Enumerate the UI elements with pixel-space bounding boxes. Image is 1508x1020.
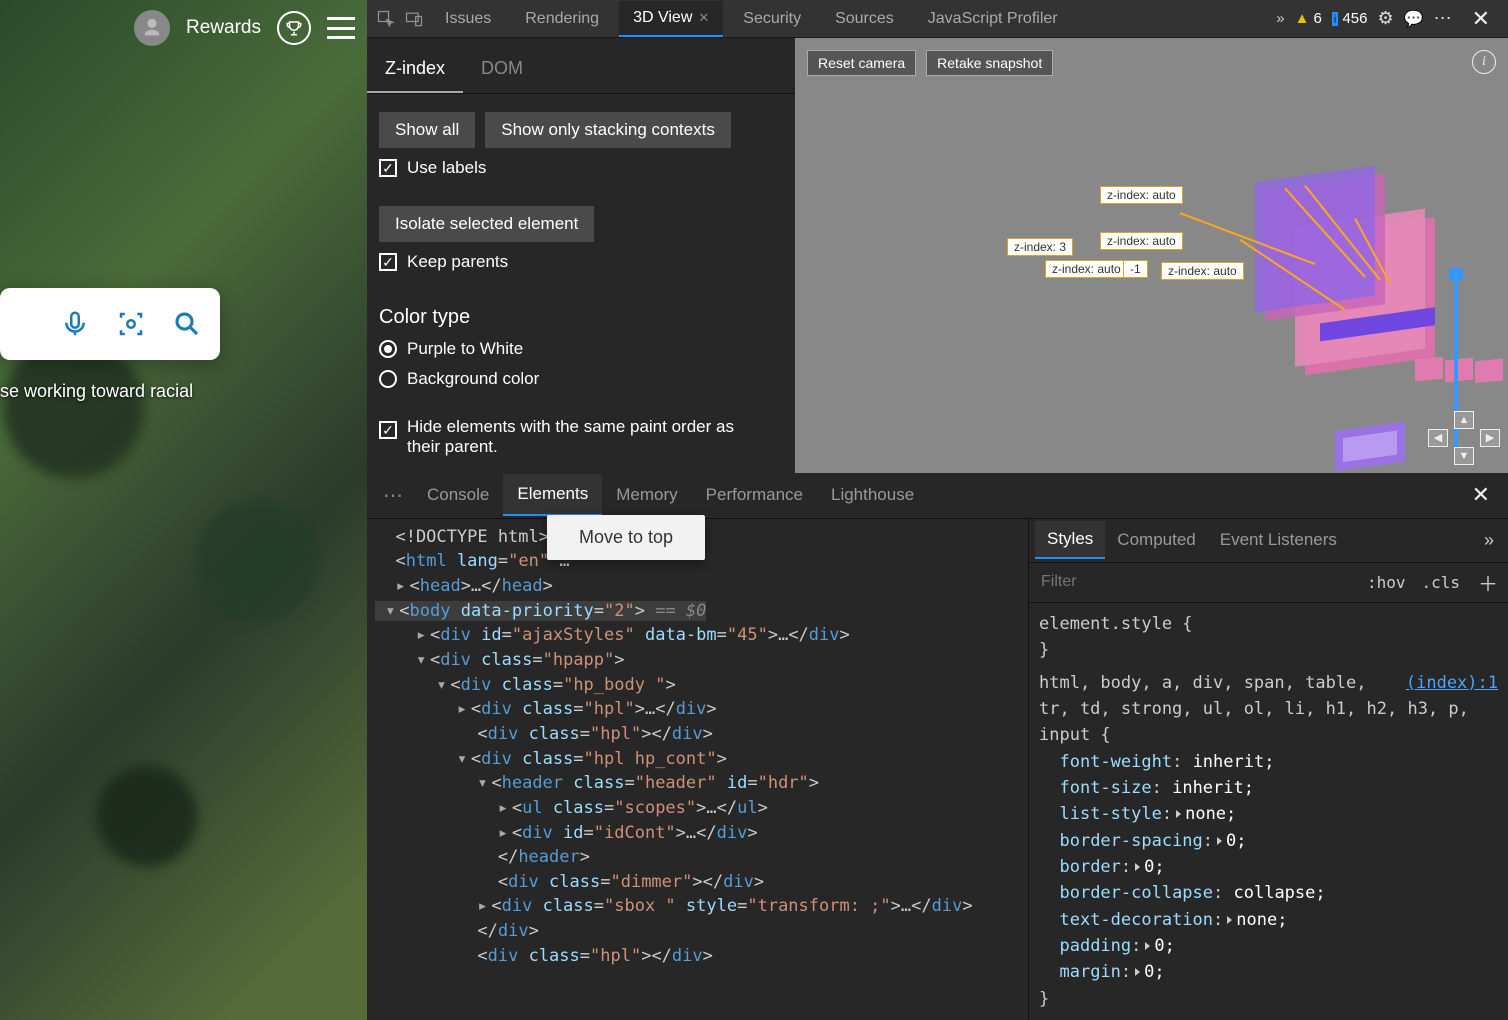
info-icon[interactable]: i (1472, 50, 1496, 74)
tab-elements[interactable]: Elements (503, 474, 602, 516)
pan-left-button[interactable]: ◀ (1428, 429, 1448, 447)
search-box[interactable] (0, 288, 220, 360)
devtools-top-tabs: Issues Rendering 3D View✕ Security Sourc… (367, 0, 1508, 38)
zlabel: z-index: 3 (1007, 238, 1073, 256)
styles-sidebar: Styles Computed Event Listeners » :hov .… (1028, 519, 1508, 1020)
tab-performance[interactable]: Performance (692, 475, 817, 515)
zindex-panel: Z-index DOM Show all Show only stacking … (367, 38, 795, 473)
tab-issues[interactable]: Issues (431, 2, 505, 36)
hamburger-menu-icon[interactable] (327, 17, 355, 39)
hov-toggle[interactable]: :hov (1359, 573, 1414, 592)
more-styles-tabs-icon[interactable]: » (1476, 530, 1502, 551)
headline-caption: se working toward racial (0, 381, 193, 402)
inspect-element-icon[interactable] (375, 8, 397, 30)
ztab-zindex[interactable]: Z-index (367, 46, 463, 93)
styles-rules[interactable]: element.style { } html, body, a, div, sp… (1029, 603, 1508, 1020)
use-labels-checkbox[interactable]: Use labels (379, 158, 783, 178)
pan-down-button[interactable]: ▼ (1454, 447, 1474, 465)
stab-computed[interactable]: Computed (1105, 522, 1207, 558)
zlabel: z-index: auto (1045, 260, 1128, 278)
drawer-panel: ⋯ Console Elements Memory Performance Li… (367, 473, 1508, 1020)
show-only-stacking-button[interactable]: Show only stacking contexts (485, 112, 731, 148)
radio-bgcolor[interactable]: Background color (379, 369, 783, 389)
tab-js-profiler[interactable]: JavaScript Profiler (914, 2, 1072, 36)
zlabel: z-index: auto (1100, 232, 1183, 250)
drawer-menu-icon[interactable]: ⋯ (375, 483, 413, 508)
retake-snapshot-button[interactable]: Retake snapshot (926, 50, 1053, 76)
rewards-label[interactable]: Rewards (186, 17, 261, 39)
keep-parents-checkbox[interactable]: Keep parents (379, 252, 783, 272)
hide-same-checkbox[interactable]: Hide elements with the same paint order … (379, 417, 783, 457)
move-to-top-tooltip[interactable]: Move to top (547, 515, 705, 560)
close-icon[interactable]: ✕ (698, 10, 709, 25)
pan-up-button[interactable]: ▲ (1454, 411, 1474, 429)
info-badge[interactable]: i456 (1332, 10, 1368, 27)
tab-rendering[interactable]: Rendering (511, 2, 613, 36)
lens-icon[interactable] (116, 309, 146, 339)
styles-filter-input[interactable] (1029, 573, 1359, 591)
radio-purple-white[interactable]: Purple to White (379, 339, 783, 359)
new-style-rule-button[interactable]: ＋ (1468, 568, 1508, 597)
device-toggle-icon[interactable] (403, 8, 425, 30)
source-link[interactable]: (index):1 (1406, 670, 1498, 696)
3d-viewport[interactable]: Reset camera Retake snapshot i (795, 38, 1508, 473)
warnings-badge[interactable]: ▲6 (1295, 10, 1322, 27)
trophy-icon[interactable] (277, 11, 311, 45)
kebab-menu-icon[interactable]: ⋯ (1434, 8, 1452, 29)
zlabel: z-index: auto (1161, 262, 1244, 280)
pan-right-button[interactable]: ▶ (1480, 429, 1500, 447)
zlabel: z-index: auto (1100, 186, 1183, 204)
show-all-button[interactable]: Show all (379, 112, 475, 148)
gear-icon[interactable]: ⚙ (1378, 8, 1394, 29)
search-icon[interactable] (172, 309, 202, 339)
close-drawer-icon[interactable]: ✕ (1462, 482, 1500, 508)
tab-lighthouse[interactable]: Lighthouse (817, 475, 928, 515)
ztab-dom[interactable]: DOM (463, 46, 541, 93)
close-devtools-icon[interactable]: ✕ (1462, 6, 1500, 32)
devtools: Issues Rendering 3D View✕ Security Sourc… (367, 0, 1508, 1020)
feedback-icon[interactable]: 💬 (1404, 9, 1424, 29)
dom-tree[interactable]: <!DOCTYPE html> <html lang="en" … ▸<head… (367, 519, 1028, 1020)
color-type-heading: Color type (379, 306, 783, 329)
pan-controls: ▲ ▼ ◀ ▶ (1428, 411, 1500, 465)
tab-console[interactable]: Console (413, 475, 503, 515)
stab-styles[interactable]: Styles (1035, 521, 1105, 559)
reset-camera-button[interactable]: Reset camera (807, 50, 916, 76)
more-tabs-icon[interactable]: » (1276, 10, 1284, 27)
tab-3d-view[interactable]: 3D View✕ (619, 1, 723, 37)
stab-events[interactable]: Event Listeners (1208, 522, 1349, 558)
tab-memory[interactable]: Memory (602, 475, 691, 515)
microphone-icon[interactable] (60, 309, 90, 339)
isolate-button[interactable]: Isolate selected element (379, 206, 594, 242)
tab-security[interactable]: Security (729, 2, 815, 36)
tab-sources[interactable]: Sources (821, 2, 908, 36)
cls-toggle[interactable]: .cls (1413, 573, 1468, 592)
avatar-icon[interactable] (134, 10, 170, 46)
bing-page: Rewards se working toward racial (0, 0, 367, 1020)
zlabel: -1 (1123, 260, 1148, 278)
